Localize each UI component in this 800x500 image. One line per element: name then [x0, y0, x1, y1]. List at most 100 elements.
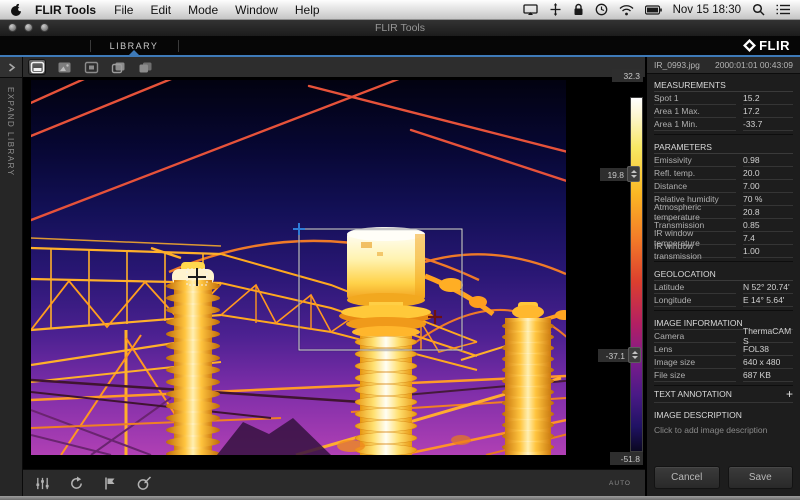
scale-min-label: -51.8 [610, 452, 643, 465]
pip-mode-button[interactable] [82, 59, 100, 75]
ir-mode-button[interactable] [28, 59, 46, 75]
flag-button[interactable] [101, 474, 119, 492]
location-target-button[interactable] [135, 474, 153, 492]
tab-bar: LIBRARY FLIR [0, 36, 800, 57]
row-value[interactable]: 7.4 [743, 232, 793, 245]
row-value[interactable]: 70 % [743, 193, 793, 206]
row-value: E 14° 5.64' [743, 294, 793, 307]
app-menu[interactable]: FLIR Tools [35, 3, 96, 17]
table-row: File size 687 KB [654, 369, 793, 382]
tab-divider [90, 40, 91, 52]
scale-max-label: 32.3 [612, 69, 643, 82]
row-value[interactable]: 20.8 [743, 206, 793, 219]
panel-footer: Cancel Save [654, 466, 793, 489]
row-label: Camera [654, 330, 736, 343]
notification-list-icon[interactable] [776, 4, 790, 15]
view-mode-toolbar [23, 57, 645, 78]
table-row: Emissivity 0.98 [654, 154, 793, 167]
row-label: Emissivity [654, 154, 736, 167]
rotate-button[interactable] [67, 474, 85, 492]
blend-mode-icon [111, 61, 126, 74]
wifi-icon[interactable] [619, 4, 634, 16]
temperature-scale-bar[interactable] [630, 97, 643, 452]
menu-edit[interactable]: Edit [150, 3, 171, 17]
row-value: ThermaCAM S [743, 330, 793, 343]
window-bottom-edge [0, 496, 800, 500]
section-parameters: PARAMETERS [654, 134, 793, 154]
auto-scale-label[interactable]: AUTO [609, 480, 631, 487]
menubar-clock[interactable]: Nov 15 18:30 [673, 4, 741, 16]
table-row: Lens FOL38 [654, 343, 793, 356]
table-row: Distance 7.00 [654, 180, 793, 193]
scale-lower-level[interactable]: -37.1 [598, 349, 628, 362]
lock-icon[interactable] [573, 3, 584, 16]
info-panel: IR_0993.jpg 2000:01:01 00:43:09 MEASUREM… [646, 57, 800, 496]
clock-icon[interactable] [595, 3, 608, 16]
expand-library-button[interactable] [0, 57, 22, 78]
text-annotation-row[interactable]: TEXT ANNOTATION + [654, 385, 793, 403]
menu-window[interactable]: Window [235, 3, 278, 17]
image-header: IR_0993.jpg 2000:01:01 00:43:09 [647, 57, 800, 74]
row-value[interactable]: 0.98 [743, 154, 793, 167]
table-row: Area 1 Max. 17.2 [654, 105, 793, 118]
photo-mode-button[interactable] [55, 59, 73, 75]
menu-help[interactable]: Help [295, 3, 320, 17]
adjust-sliders-button[interactable] [33, 474, 51, 492]
row-label: Latitude [654, 281, 736, 294]
row-value: N 52° 20.74' [743, 281, 793, 294]
row-label: IR window transmission [654, 245, 736, 258]
difference-mode-icon [138, 61, 153, 74]
table-row: Latitude N 52° 20.74' [654, 281, 793, 294]
photo-mode-icon [57, 61, 72, 74]
library-sidebar: EXPAND LIBRARY [0, 57, 23, 496]
upper-level-stepper[interactable] [627, 166, 640, 182]
row-value: 640 x 480 [743, 356, 793, 369]
row-label: Distance [654, 180, 736, 193]
row-value[interactable]: 7.00 [743, 180, 793, 193]
row-value: FOL38 [743, 343, 793, 356]
lower-level-stepper[interactable] [628, 347, 641, 363]
accent-line [0, 55, 800, 57]
blend-mode-button[interactable] [109, 59, 127, 75]
chevron-right-icon [7, 62, 16, 73]
scale-upper-level[interactable]: 19.8 [600, 168, 627, 181]
menu-file[interactable]: File [114, 3, 133, 17]
image-description-field[interactable]: Click to add image description [654, 420, 793, 435]
move-arrows-icon[interactable] [549, 3, 562, 16]
row-label: Lens [654, 343, 736, 356]
row-value: -33.7 [743, 118, 793, 131]
section-measurements: MEASUREMENTS [654, 73, 793, 92]
row-value[interactable]: 20.0 [743, 167, 793, 180]
expand-library-label: EXPAND LIBRARY [6, 87, 15, 177]
airplay-icon[interactable] [523, 4, 538, 16]
battery-icon[interactable] [645, 5, 662, 15]
spotlight-icon[interactable] [752, 3, 765, 16]
save-button[interactable]: Save [728, 466, 794, 489]
difference-mode-button[interactable] [136, 59, 154, 75]
table-row: Longitude E 14° 5.64' [654, 294, 793, 307]
row-value[interactable]: 0.85 [743, 219, 793, 232]
section-image-description: IMAGE DESCRIPTION [654, 403, 793, 420]
row-label: Spot 1 [654, 92, 736, 105]
pip-mode-icon [84, 61, 99, 74]
window-title: FLIR Tools [0, 22, 800, 34]
row-value: 17.2 [743, 105, 793, 118]
row-value[interactable]: 1.00 [743, 245, 793, 258]
thermal-image[interactable] [31, 80, 566, 455]
apple-icon[interactable] [10, 3, 23, 17]
flir-logo-icon [742, 38, 757, 53]
menu-mode[interactable]: Mode [188, 3, 218, 17]
target-icon [136, 475, 152, 491]
rotate-icon [69, 476, 84, 491]
row-label: Area 1 Max. [654, 105, 736, 118]
image-filename: IR_0993.jpg [654, 60, 700, 70]
flag-icon [103, 476, 117, 491]
sliders-icon [35, 476, 50, 491]
row-value: 15.2 [743, 92, 793, 105]
cancel-button[interactable]: Cancel [654, 466, 720, 489]
row-value: 687 KB [743, 369, 793, 382]
table-row: Image size 640 x 480 [654, 356, 793, 369]
add-annotation-button[interactable]: + [786, 388, 793, 400]
row-label: Atmospheric temperature [654, 206, 736, 219]
window-title-bar: FLIR Tools [0, 19, 800, 36]
